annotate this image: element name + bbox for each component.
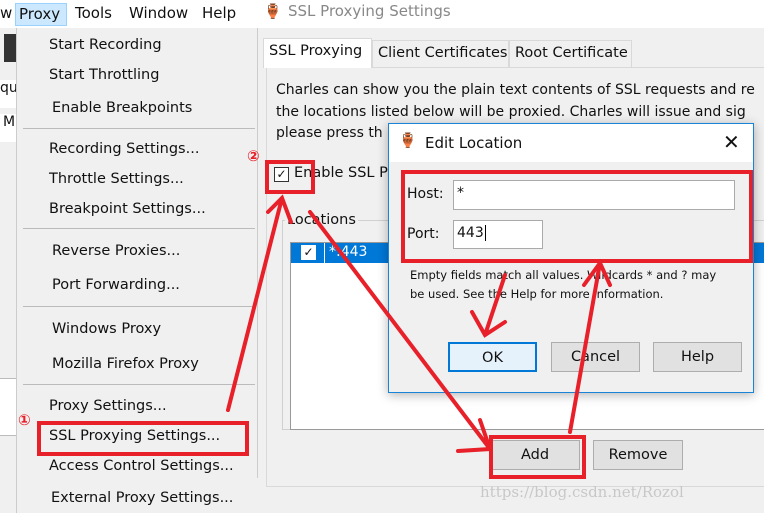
arrow-to-add — [308, 210, 493, 453]
arrow-to-fields — [568, 259, 612, 434]
arrow-to-ok — [470, 273, 507, 338]
annotation-arrows — [226, 194, 612, 453]
arrow-to-checkbox — [226, 194, 293, 412]
